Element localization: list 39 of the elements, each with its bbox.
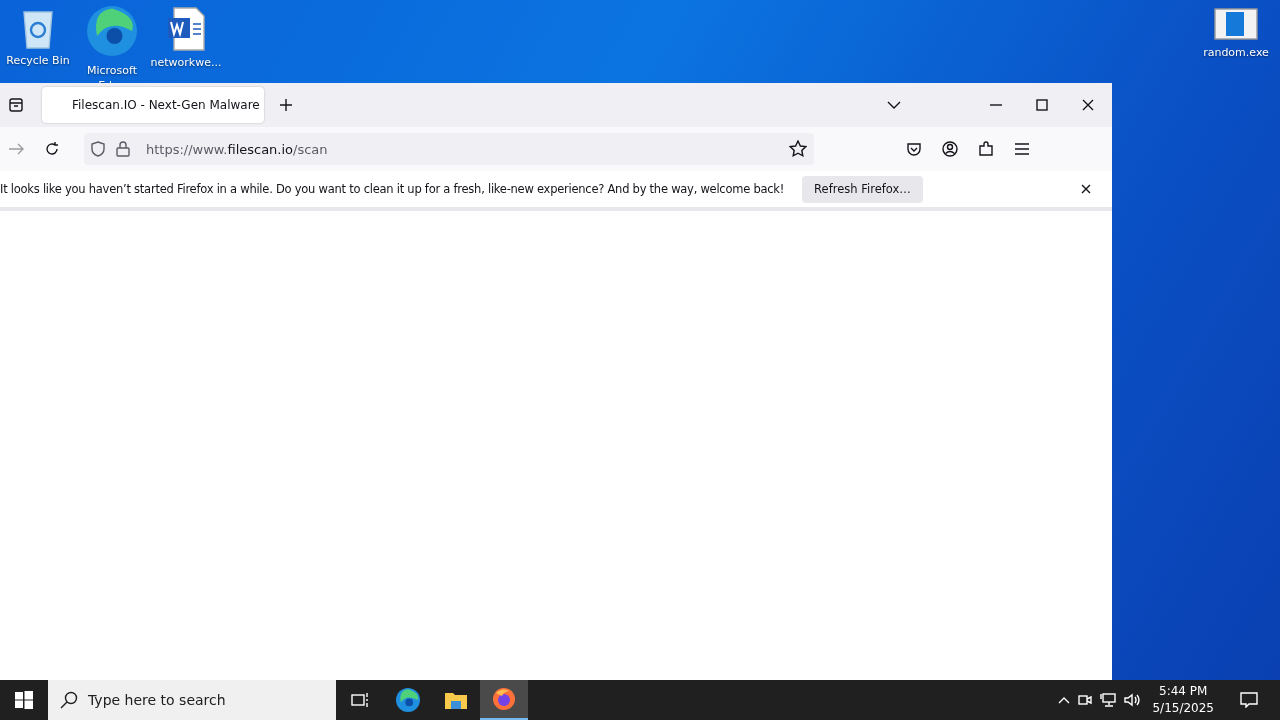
lock-icon [116, 141, 130, 157]
desktop-icon-label: Recycle Bin [6, 53, 70, 68]
taskbar-clock[interactable]: 5:44 PM 5/15/2025 [1148, 683, 1218, 717]
chevron-up-icon[interactable] [1058, 696, 1071, 704]
url-field[interactable]: https://www.filescan.io/scan [84, 133, 814, 165]
search-icon [60, 691, 78, 709]
network-icon[interactable] [1100, 693, 1117, 707]
arrow-right-icon [8, 143, 24, 155]
browser-tab[interactable]: Filescan.IO - Next-Gen Malware [42, 87, 264, 123]
speaker-icon[interactable] [1124, 693, 1141, 707]
account-icon [942, 141, 958, 157]
menu-icon [1015, 143, 1029, 155]
word-document-icon [166, 6, 206, 52]
edge-shortcut-icon [87, 6, 137, 56]
windows-logo-icon [15, 691, 33, 709]
notification-message: It looks like you haven’t started Firefox in a while. Do you want to clean it up for a fresh, like-new experience? And by the way, welcome back! [0, 182, 785, 196]
folder-icon [444, 690, 468, 710]
program-window-icon [1214, 6, 1258, 42]
close-icon [1081, 184, 1091, 194]
star-icon [789, 140, 807, 158]
reload-icon [44, 141, 60, 157]
close-icon [1082, 99, 1094, 111]
maximize-icon [1036, 99, 1048, 111]
task-view-icon [351, 692, 369, 708]
chevron-down-icon [887, 101, 901, 109]
minimize-icon [990, 104, 1002, 106]
edge-icon [396, 688, 420, 712]
camera-icon[interactable] [1078, 693, 1093, 707]
refresh-firefox-button[interactable]: Refresh Firefox… [802, 175, 923, 203]
taskbar-search-field[interactable]: Type here to search [48, 680, 336, 720]
desktop-icon-label: networkwe... [150, 55, 222, 70]
desktop-icon-label: random.exe [1203, 45, 1269, 60]
firefox-icon [492, 687, 516, 711]
puzzle-piece-icon [978, 141, 994, 157]
shield-icon [90, 141, 106, 157]
notification-icon[interactable] [1240, 692, 1258, 708]
pocket-icon [906, 141, 922, 157]
tray-icon [8, 97, 24, 113]
plus-icon [279, 98, 293, 112]
